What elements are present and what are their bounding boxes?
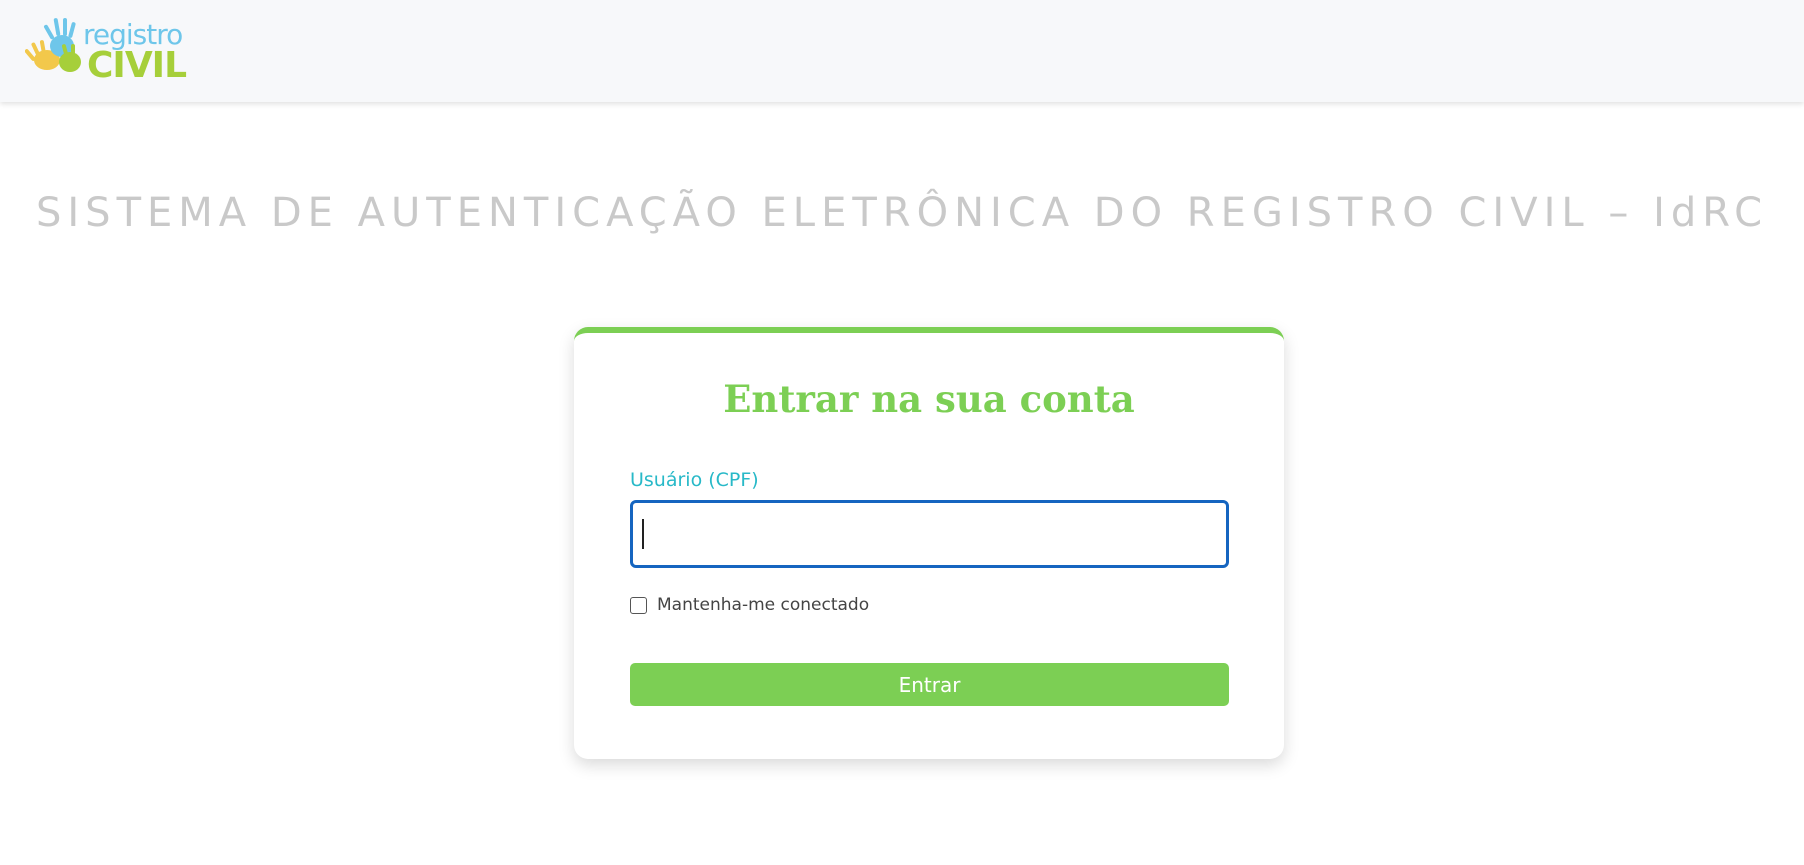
username-label: Usuário (CPF) bbox=[630, 469, 759, 491]
remember-me-row[interactable]: Mantenha-me conectado bbox=[630, 595, 869, 615]
svg-text:CIVIL: CIVIL bbox=[87, 45, 186, 82]
page-heading: SISTEMA DE AUTENTICAÇÃO ELETRÔNICA DO RE… bbox=[35, 190, 1768, 236]
text-cursor bbox=[642, 519, 644, 549]
hands-icon bbox=[24, 18, 81, 72]
remember-me-label[interactable]: Mantenha-me conectado bbox=[657, 595, 869, 615]
login-title: Entrar na sua conta bbox=[723, 377, 1135, 421]
login-card: Entrar na sua conta Usuário (CPF) Manten… bbox=[574, 327, 1284, 759]
remember-me-checkbox[interactable] bbox=[630, 596, 647, 614]
username-input[interactable] bbox=[630, 500, 1229, 568]
top-bar: registro CIVIL bbox=[0, 0, 1804, 102]
registro-civil-logo[interactable]: registro CIVIL bbox=[24, 14, 205, 86]
login-button[interactable]: Entrar bbox=[630, 663, 1229, 706]
